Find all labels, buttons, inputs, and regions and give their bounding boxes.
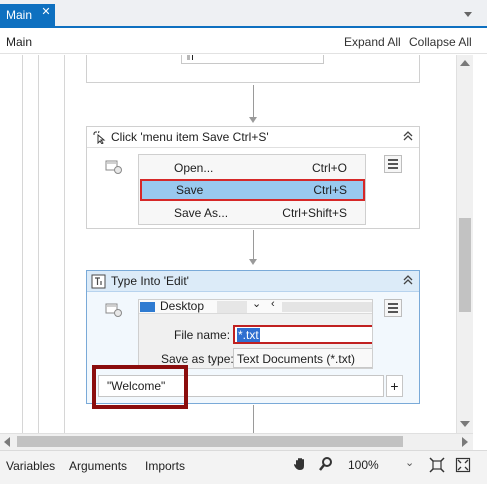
scroll-down-icon[interactable] bbox=[460, 421, 470, 427]
menu-item-save: Save Ctrl+S bbox=[140, 179, 365, 201]
collapse-all-button[interactable]: Collapse All bbox=[409, 35, 472, 49]
scroll-right-icon[interactable] bbox=[462, 437, 468, 447]
save-as-type-value: Text Documents (*.txt) bbox=[237, 352, 356, 366]
variables-tab[interactable]: Variables bbox=[6, 459, 55, 473]
tab-main-label: Main bbox=[6, 8, 33, 22]
type-into-activity-title: Type Into 'Edit' bbox=[111, 274, 189, 288]
click-pointer-icon bbox=[93, 130, 106, 144]
zoom-value: 100% bbox=[348, 458, 379, 472]
type-into-activity-header[interactable]: Type Into 'Edit' bbox=[87, 271, 419, 292]
folder-label: Desktop bbox=[160, 299, 205, 313]
close-icon[interactable]: ✕ bbox=[38, 4, 54, 20]
sequence-border-line bbox=[38, 55, 39, 433]
menu-screenshot: Open... Ctrl+O Save Ctrl+S Save As... Ct… bbox=[138, 154, 366, 225]
folder-icon bbox=[140, 302, 155, 312]
dialog-nav-bar: Desktop ⌄ ‹ bbox=[139, 299, 372, 314]
screenshot-indicator-icon bbox=[105, 303, 122, 317]
chevron-down-icon: ⌄ bbox=[252, 299, 262, 310]
imports-tab[interactable]: Imports bbox=[145, 459, 185, 473]
breadcrumb[interactable]: Main bbox=[6, 35, 32, 49]
connector-line bbox=[253, 230, 254, 259]
connector-line bbox=[253, 85, 254, 117]
scroll-left-icon[interactable] bbox=[4, 437, 10, 447]
designer-canvas[interactable]: Click 'menu item Save Ctrl+S' Open... Ct… bbox=[0, 55, 456, 433]
previous-activity-card[interactable] bbox=[86, 55, 420, 83]
type-into-icon bbox=[91, 274, 106, 289]
annotation-highlight-box bbox=[92, 365, 188, 409]
connector-arrow-icon bbox=[249, 117, 257, 123]
save-as-type-label: Save as type: bbox=[161, 352, 234, 366]
collapse-chevron-icon[interactable] bbox=[401, 274, 415, 288]
sequence-border-line bbox=[22, 55, 23, 433]
zoom-select[interactable]: 100% ⌄ bbox=[343, 455, 417, 475]
fit-to-screen-icon[interactable] bbox=[429, 457, 445, 473]
horizontal-scroll-thumb[interactable] bbox=[17, 436, 403, 447]
menu-item-save-as: Save As... Ctrl+Shift+S bbox=[174, 206, 347, 220]
file-name-value: *.txt bbox=[237, 328, 260, 342]
click-activity-card[interactable]: Click 'menu item Save Ctrl+S' Open... Ct… bbox=[86, 126, 420, 229]
previous-activity-screenshot bbox=[181, 55, 324, 64]
expand-all-button[interactable]: Expand All bbox=[344, 35, 401, 49]
file-name-field: *.txt bbox=[233, 325, 372, 344]
scroll-up-icon[interactable] bbox=[460, 60, 470, 66]
chevron-down-icon: ⌄ bbox=[405, 457, 415, 469]
screenshot-indicator-icon bbox=[105, 160, 122, 174]
file-name-label: File name: bbox=[174, 328, 231, 342]
menu-item-open: Open... Ctrl+O bbox=[174, 161, 347, 175]
click-activity-header[interactable]: Click 'menu item Save Ctrl+S' bbox=[87, 127, 419, 148]
chevron-left-icon: ‹ bbox=[271, 299, 275, 310]
tab-list-dropdown-icon[interactable] bbox=[464, 12, 472, 17]
vertical-scroll-thumb[interactable] bbox=[459, 218, 471, 312]
overview-icon[interactable] bbox=[455, 457, 471, 473]
activity-menu-icon[interactable] bbox=[384, 155, 402, 173]
arguments-tab[interactable]: Arguments bbox=[69, 459, 127, 473]
connector-line bbox=[253, 405, 254, 433]
tab-strip bbox=[0, 0, 487, 28]
save-dialog-screenshot: Desktop ⌄ ‹ File name: *.txt Save as typ… bbox=[138, 299, 373, 369]
collapse-chevron-icon[interactable] bbox=[401, 130, 415, 144]
add-expression-button[interactable]: + bbox=[386, 375, 403, 397]
activity-menu-icon[interactable] bbox=[384, 299, 402, 317]
zoom-magnifier-icon[interactable] bbox=[318, 456, 334, 472]
pan-hand-icon[interactable] bbox=[292, 456, 308, 472]
save-as-type-select: Text Documents (*.txt) bbox=[233, 348, 372, 368]
sequence-border-line bbox=[64, 55, 65, 433]
click-activity-title: Click 'menu item Save Ctrl+S' bbox=[111, 130, 269, 144]
connector-arrow-icon bbox=[249, 259, 257, 265]
